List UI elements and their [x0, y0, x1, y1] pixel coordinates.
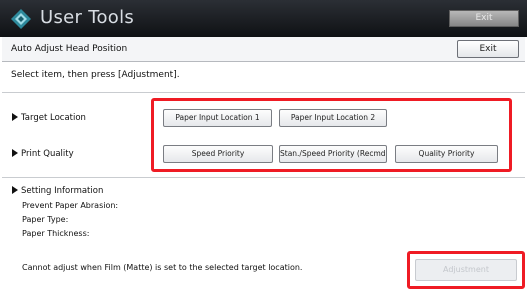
target-location-label: Target Location — [12, 113, 86, 123]
triangle-bullet-icon — [12, 113, 18, 121]
info-paper-thickness: Paper Thickness: — [22, 229, 90, 238]
divider — [2, 177, 525, 178]
print-quality-label: Print Quality — [12, 149, 74, 159]
instruction-text: Select item, then press [Adjustment]. — [11, 70, 180, 80]
exit-button[interactable]: Exit — [457, 40, 519, 58]
highlight-frame-adjustment — [407, 251, 525, 289]
top-exit-button[interactable]: Exit — [449, 10, 519, 27]
triangle-bullet-icon — [12, 186, 18, 194]
triangle-bullet-icon — [12, 149, 18, 157]
film-matte-notice: Cannot adjust when Film (Matte) is set t… — [22, 263, 303, 272]
title-bar: User Tools Exit — [0, 0, 527, 37]
setting-information-title: Setting Information — [12, 186, 103, 196]
screen: User Tools Exit Auto Adjust Head Positio… — [0, 0, 527, 294]
divider — [2, 92, 525, 93]
highlight-frame-options — [151, 98, 512, 172]
info-prevent-paper-abrasion: Prevent Paper Abrasion: — [22, 201, 119, 210]
user-tools-logo-icon — [11, 9, 31, 29]
info-paper-type: Paper Type: — [22, 215, 69, 224]
app-title: User Tools — [40, 7, 135, 28]
window-title: Auto Adjust Head Position — [11, 44, 128, 54]
window-header: Auto Adjust Head Position Exit — [2, 37, 525, 62]
